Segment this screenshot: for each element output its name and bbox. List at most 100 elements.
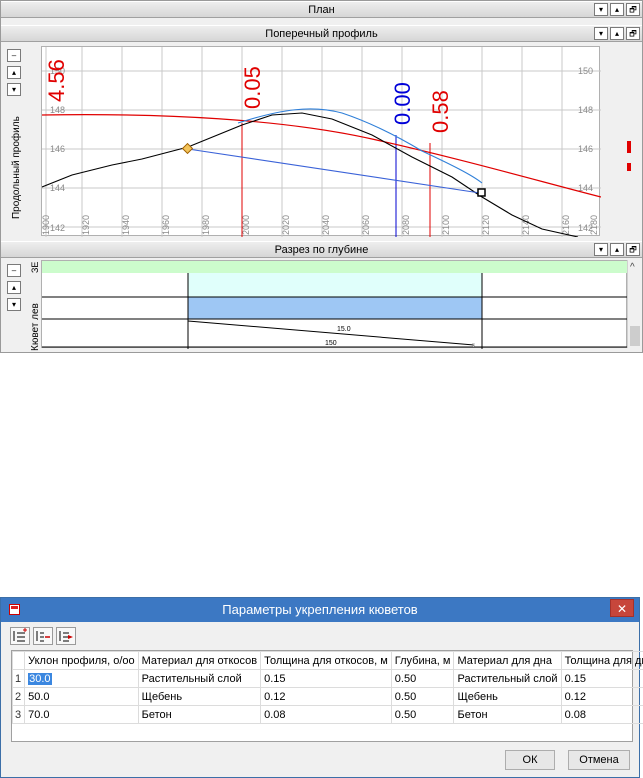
y-tick-label-left: 148 [50,105,65,115]
ditch-reinforcement-dialog: Параметры укрепления кюветов ✕ Уклон про… [0,597,643,778]
column-header[interactable]: Толщина для дна, м [560,651,643,670]
column-header[interactable]: Материал для откосов [137,651,262,670]
cross-profile-panel-header[interactable]: Поперечный профиль ▾ ▴ 🗗 [1,25,642,42]
ditch-fill-bottom [188,297,482,319]
insert-row-above-button[interactable] [10,627,30,645]
scroll-up-arrow-icon[interactable]: ^ [630,262,635,273]
column-header[interactable]: Уклон профиля, о/оо [24,651,139,670]
cross-scroll-down-button[interactable]: ▾ [7,83,21,96]
cross-maximize-button[interactable]: ▴ [610,27,624,40]
marker-fragment-right [627,163,631,171]
y-tick-label-right: 146 [578,144,593,154]
dialog-title: Параметры укрепления кюветов [222,602,418,617]
depth-top-label: ЗЕ [30,261,40,273]
depth-section-panel-title: Разрез по глубине [274,244,369,256]
column-header[interactable]: Толщина для откосов, м [260,651,392,670]
slope-cell[interactable]: 30.0 [24,669,139,688]
cross-minimize-button[interactable]: ▾ [594,27,608,40]
plan-panel-header[interactable]: План ▾ ▴ 🗗 [1,1,642,18]
cross-scroll-up-button[interactable]: ▴ [7,66,21,79]
append-row-icon [59,631,73,642]
longitudinal-profile-label: Продольный профиль [11,116,22,219]
plan-minimize-button[interactable]: ▾ [594,3,608,16]
table-row: 1 30.0 Растительный слой 0.15 0.50 Расти… [11,669,643,688]
slope-material-cell[interactable]: Щебень [137,687,262,706]
slope-cell[interactable]: 50.0 [24,687,139,706]
depth-section-svg: 15.0 150 8 [42,261,628,349]
slope-thickness-cell[interactable]: 0.08 [260,705,392,724]
y-tick-label-right: 150 [578,66,593,76]
x-tick-label: 2140 [521,215,531,235]
depth-maximize-button[interactable]: ▴ [610,243,624,256]
x-tick-label: 2080 [401,215,411,235]
slope-value-selected[interactable]: 30.0 [28,672,52,685]
x-tick-label: 2180 [589,215,599,235]
bottom-material-cell[interactable]: Щебень [453,687,562,706]
delete-row-icon [36,631,50,642]
depth-scroll-up-button[interactable]: ▴ [7,281,21,294]
slope-material-cell[interactable]: Бетон [137,705,262,724]
bottom-material-cell[interactable]: Растительный слой [453,669,562,688]
x-tick-label: 1960 [161,215,171,235]
slope-material-cell[interactable]: Растительный слой [137,669,262,688]
cross-collapse-button[interactable]: – [7,49,21,62]
depth-dim-bottom: 150 [325,340,337,347]
cross-profile-plot[interactable]: 150 148 146 144 142 150 148 146 144 142 … [41,46,601,237]
depth-cell[interactable]: 0.50 [390,687,455,706]
bottom-thickness-cell[interactable]: 0.15 [560,669,643,688]
depth-vertical-scrollbar[interactable]: ^ [627,260,641,348]
plan-panel-title: План [308,4,335,16]
dialog-title-bar[interactable]: Параметры укрепления кюветов ✕ [1,598,639,622]
plan-maximize-button[interactable]: ▴ [610,3,624,16]
cross-side-controls: – ▴ ▾ [7,49,22,96]
column-header[interactable]: Глубина, м [390,651,455,670]
table-row: 3 70.0 Бетон 0.08 0.50 Бетон 0.08 [11,705,643,724]
table-header-row: Уклон профиля, о/оо Материал для откосов… [11,651,643,670]
column-header[interactable]: Материал для дна [453,651,562,670]
depth-minimize-button[interactable]: ▾ [594,243,608,256]
marker-value-005: 0.05 [240,66,265,109]
bottom-thickness-cell[interactable]: 0.12 [560,687,643,706]
depth-section-panel-header[interactable]: Разрез по глубине ▾ ▴ 🗗 [1,241,642,258]
slope-thickness-cell[interactable]: 0.15 [260,669,392,688]
grid-vertical [45,47,563,237]
slope-cell[interactable]: 70.0 [24,705,139,724]
marker-value-left: 4.56 [44,59,69,102]
dialog-toolbar [10,627,76,645]
row-number-header [11,651,26,670]
y-tick-label-left: 144 [50,183,65,193]
x-tick-label: 2040 [321,215,331,235]
marker-value-058: 0.58 [428,90,453,133]
depth-cell[interactable]: 0.50 [390,669,455,688]
delete-row-button[interactable] [33,627,53,645]
depth-collapse-button[interactable]: – [7,264,21,277]
ditch-left-label: Кювет лев [30,303,41,351]
ditch-end-handle[interactable] [477,188,486,197]
surface-band [42,261,628,273]
cross-profile-svg: 150 148 146 144 142 150 148 146 144 142 … [42,47,601,237]
plan-restore-button[interactable]: 🗗 [626,3,640,16]
x-tick-label: 2120 [481,215,491,235]
depth-dim-top: 15.0 [337,326,351,333]
ok-button[interactable]: ОК [505,750,555,770]
bottom-thickness-cell[interactable]: 0.08 [560,705,643,724]
depth-restore-button[interactable]: 🗗 [626,243,640,256]
close-button[interactable]: ✕ [610,599,634,617]
bottom-material-cell[interactable]: Бетон [453,705,562,724]
y-tick-label-left: 142 [50,223,65,233]
x-tick-label: 1920 [81,215,91,235]
depth-dim-right: 8 [472,343,475,349]
depth-section-view[interactable]: 15.0 150 8 [41,260,628,349]
scroll-thumb[interactable] [630,326,640,346]
depth-scroll-down-button[interactable]: ▾ [7,298,21,311]
depth-cell[interactable]: 0.50 [390,705,455,724]
cross-restore-button[interactable]: 🗗 [626,27,640,40]
cad-workspace: План ▾ ▴ 🗗 Поперечный профиль ▾ ▴ 🗗 – ▴ … [0,0,643,353]
x-tick-label: 1900 [42,215,51,235]
x-tick-label: 2100 [441,215,451,235]
slope-thickness-cell[interactable]: 0.12 [260,687,392,706]
ditch-start-handle[interactable] [181,142,194,155]
cancel-button[interactable]: Отмена [568,750,630,770]
append-row-button[interactable] [56,627,76,645]
row-number: 1 [11,669,26,688]
